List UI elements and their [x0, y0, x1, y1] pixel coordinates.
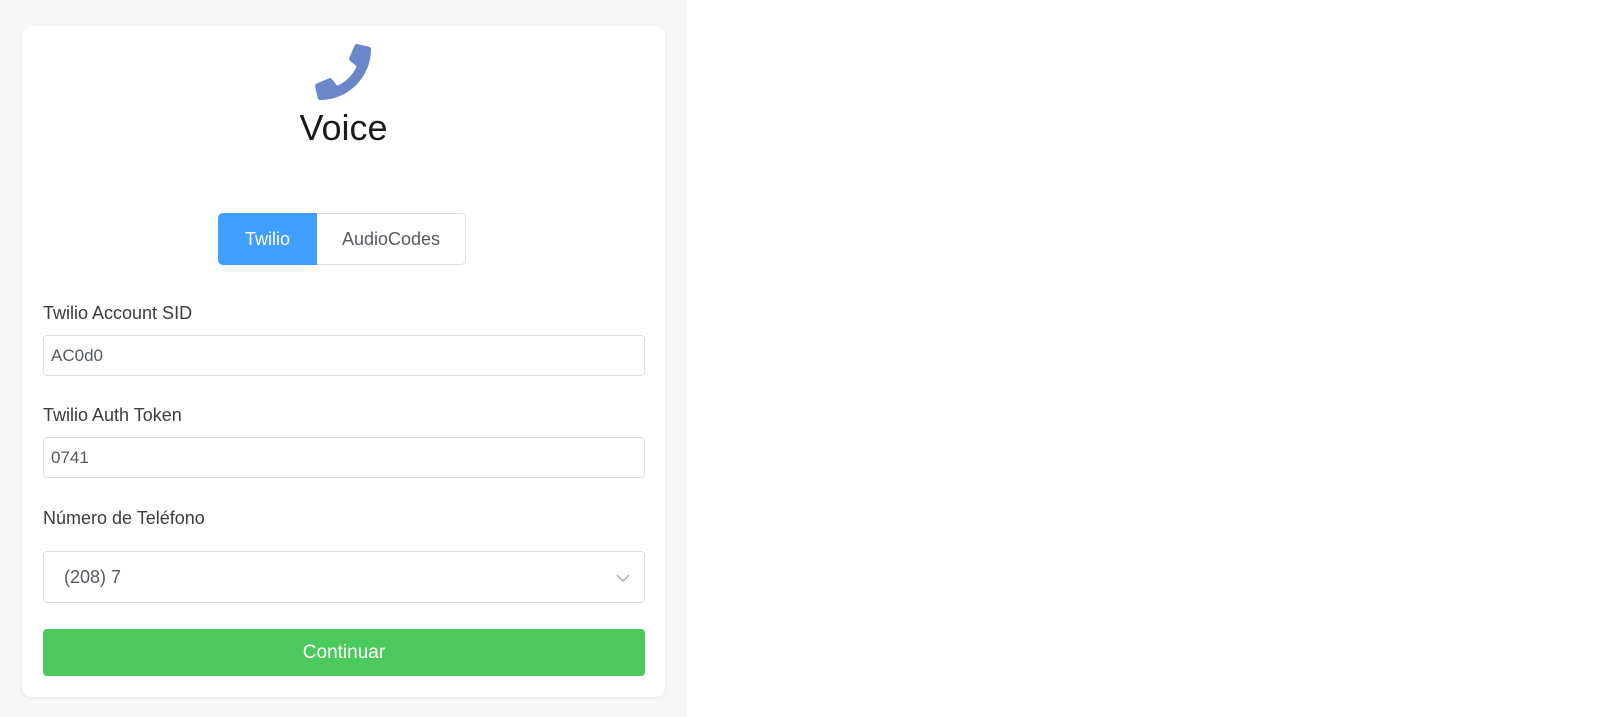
phone-icon: [315, 44, 371, 100]
auth-token-label: Twilio Auth Token: [43, 405, 182, 425]
tab-twilio[interactable]: Twilio: [218, 213, 317, 265]
page-title: Voice: [299, 107, 388, 148]
voice-config-card: Voice Twilio AudioCodes Twilio Account S…: [22, 26, 665, 697]
phone-number-value: (208) 7: [64, 567, 122, 587]
account-sid-input[interactable]: [43, 335, 645, 376]
chevron-down-icon: [616, 574, 630, 582]
provider-switch: Twilio AudioCodes: [218, 213, 466, 265]
phone-number-select[interactable]: (208) 7: [43, 551, 645, 603]
account-sid-label: Twilio Account SID: [43, 303, 193, 323]
left-pane: Voice Twilio AudioCodes Twilio Account S…: [0, 0, 687, 717]
tab-audiocodes[interactable]: AudioCodes: [317, 213, 466, 265]
phone-number-label: Número de Teléfono: [43, 508, 205, 528]
continue-button[interactable]: Continuar: [43, 629, 645, 676]
auth-token-input[interactable]: [43, 437, 645, 478]
